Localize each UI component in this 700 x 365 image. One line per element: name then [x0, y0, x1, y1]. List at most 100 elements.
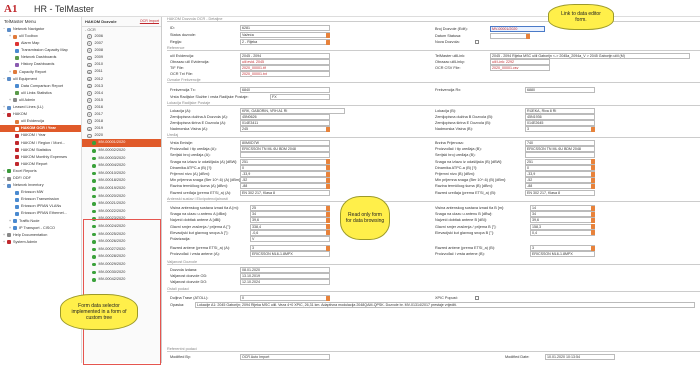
nav-item[interactable]: + ulil Admin — [0, 97, 81, 104]
nav-item[interactable]: HAKOM Report — [0, 161, 81, 168]
tree-record-node[interactable]: MV-00001/2020 — [82, 139, 161, 147]
ocr-import-link[interactable]: OCR Import — [140, 19, 159, 23]
expand-icon[interactable]: + — [87, 34, 92, 39]
nav-item[interactable]: − HAKOM — [0, 111, 81, 118]
nav-item[interactable]: History Dashboards — [0, 61, 81, 68]
tree-year-node[interactable]: +2009 — [82, 54, 161, 61]
dropdown-icon[interactable] — [591, 205, 595, 211]
expand-toggle-icon[interactable]: + — [2, 239, 6, 246]
tree-year-node[interactable]: +2018 — [82, 118, 161, 125]
expand-icon[interactable]: + — [87, 48, 92, 53]
dropdown-icon[interactable] — [326, 295, 330, 301]
expand-toggle-icon[interactable]: + — [2, 104, 6, 111]
tree-record-node[interactable]: MV-00022/2020 — [82, 208, 161, 216]
dropdown-icon[interactable] — [591, 171, 595, 177]
nav-item[interactable]: HAKOM / Year — [0, 132, 81, 139]
expand-toggle-icon[interactable]: + — [2, 168, 6, 175]
expand-toggle-icon[interactable]: − — [2, 76, 6, 83]
tree-record-node[interactable]: MV-00020/2020 — [82, 193, 161, 201]
nav-item[interactable]: + Excel Reports — [0, 168, 81, 175]
nav-item[interactable]: + System Admin — [0, 239, 81, 246]
dropdown-icon[interactable] — [591, 211, 595, 217]
nav-item[interactable]: HAKOM Monthly Expenses — [0, 154, 81, 161]
tree-year-node[interactable]: +2014 — [82, 90, 161, 97]
tree-year-node[interactable]: +2016 — [82, 104, 161, 111]
nav-item[interactable]: + Help Documentation — [0, 232, 81, 239]
tree-record-node[interactable]: MV-00010/2020 — [82, 170, 161, 178]
nav-item[interactable]: + ulil Toolbox — [0, 33, 81, 40]
tree-year-node[interactable]: +2013 — [82, 83, 161, 90]
dropdown-icon[interactable] — [326, 230, 330, 236]
dropdown-icon[interactable] — [591, 177, 595, 183]
expand-icon[interactable]: + — [87, 62, 92, 67]
dropdown-icon[interactable] — [326, 177, 330, 183]
dropdown-icon[interactable] — [326, 32, 330, 38]
tree-year-node[interactable]: +2011 — [82, 68, 161, 75]
dropdown-icon[interactable] — [326, 211, 330, 217]
nav-item[interactable]: + IP Transport - CISCO — [0, 225, 81, 232]
nav-item[interactable]: Ericsson IPRAN Ethernet... — [0, 210, 81, 217]
tree-record-node[interactable]: MV-00002/2020 — [82, 147, 161, 155]
field-value[interactable]: MV-00001/2020 — [490, 26, 545, 32]
dropdown-icon[interactable] — [326, 205, 330, 211]
nav-item[interactable]: HAKOM OCR / Year — [0, 125, 81, 133]
checkbox[interactable] — [475, 40, 479, 44]
expand-toggle-icon[interactable]: − — [2, 111, 6, 118]
dropdown-icon[interactable] — [326, 171, 330, 177]
field-value[interactable]: 2020_00001.txt — [240, 71, 330, 77]
tree-year-node[interactable]: +2012 — [82, 76, 161, 83]
nav-item[interactable]: Data Comparison Report — [0, 83, 81, 90]
expand-icon[interactable]: + — [87, 126, 92, 131]
nav-item[interactable]: HAKOM / Region / Mont... — [0, 140, 81, 147]
nav-item[interactable]: + Capacity Report — [0, 69, 81, 76]
tree-year-node[interactable]: +2019 — [82, 125, 161, 132]
nav-item[interactable]: + Leased Lines (LL) — [0, 104, 81, 111]
expand-icon[interactable]: + — [87, 69, 92, 75]
dropdown-icon[interactable] — [326, 245, 330, 251]
dropdown-icon[interactable] — [326, 39, 330, 45]
tree-record-node[interactable]: MV-00018/2020 — [82, 177, 161, 185]
dropdown-icon[interactable] — [526, 33, 530, 39]
tree-year-node[interactable]: +2007 — [82, 40, 161, 47]
expand-toggle-icon[interactable]: + — [8, 218, 12, 225]
dropdown-icon[interactable] — [591, 159, 595, 165]
dropdown-icon[interactable] — [591, 224, 595, 230]
nav-item[interactable]: Transmission Capacity Map — [0, 47, 81, 54]
dropdown-icon[interactable] — [326, 183, 330, 189]
dropdown-icon[interactable] — [591, 165, 595, 171]
nav-item[interactable]: − ulil Equipment — [0, 76, 81, 83]
dropdown-icon[interactable] — [326, 159, 330, 165]
dropdown-icon[interactable] — [326, 165, 330, 171]
expand-icon[interactable]: + — [87, 112, 92, 117]
nav-item[interactable]: + DDF/ ODF — [0, 175, 81, 182]
nav-item[interactable]: Ericsson IPRAN VLANs — [0, 203, 81, 210]
dropdown-icon[interactable] — [591, 183, 595, 189]
expand-toggle-icon[interactable]: + — [2, 232, 6, 239]
checkbox[interactable] — [475, 296, 479, 300]
dropdown-icon[interactable] — [326, 224, 330, 230]
dropdown-icon[interactable] — [326, 126, 330, 132]
expand-toggle-icon[interactable]: + — [2, 175, 6, 182]
expand-icon[interactable]: + — [87, 76, 92, 82]
tree-record-node[interactable]: MV-00019/2020 — [82, 185, 161, 193]
dropdown-icon[interactable] — [591, 217, 595, 223]
expand-toggle-icon[interactable]: + — [8, 225, 12, 232]
nav-item[interactable]: Ericsson MW — [0, 189, 81, 196]
collapse-icon[interactable]: − — [87, 133, 92, 138]
tree-year-node[interactable]: −2020 — [82, 132, 161, 139]
nav-item[interactable]: − Network Inventory — [0, 182, 81, 189]
tree-record-node[interactable]: MV-00003/2020 — [82, 155, 161, 163]
dropdown-icon[interactable] — [591, 126, 595, 132]
nav-item[interactable]: uiil Evidencija — [0, 118, 81, 125]
nav-item[interactable]: ulil Links Statistics — [0, 90, 81, 97]
dropdown-icon[interactable] — [591, 230, 595, 236]
tree-record-node[interactable]: MV-00021/2020 — [82, 200, 161, 208]
tree-year-node[interactable]: +2008 — [82, 47, 161, 54]
nav-item[interactable]: Network Dashboards — [0, 54, 81, 61]
expand-toggle-icon[interactable]: + — [8, 33, 12, 40]
expand-toggle-icon[interactable]: + — [8, 69, 12, 76]
tree-year-node[interactable]: +2006 — [82, 33, 161, 40]
tree-record-node[interactable]: MV-00004/2020 — [82, 162, 161, 170]
expand-toggle-icon[interactable]: − — [2, 26, 6, 33]
nav-item[interactable]: + Traffic Node — [0, 218, 81, 225]
